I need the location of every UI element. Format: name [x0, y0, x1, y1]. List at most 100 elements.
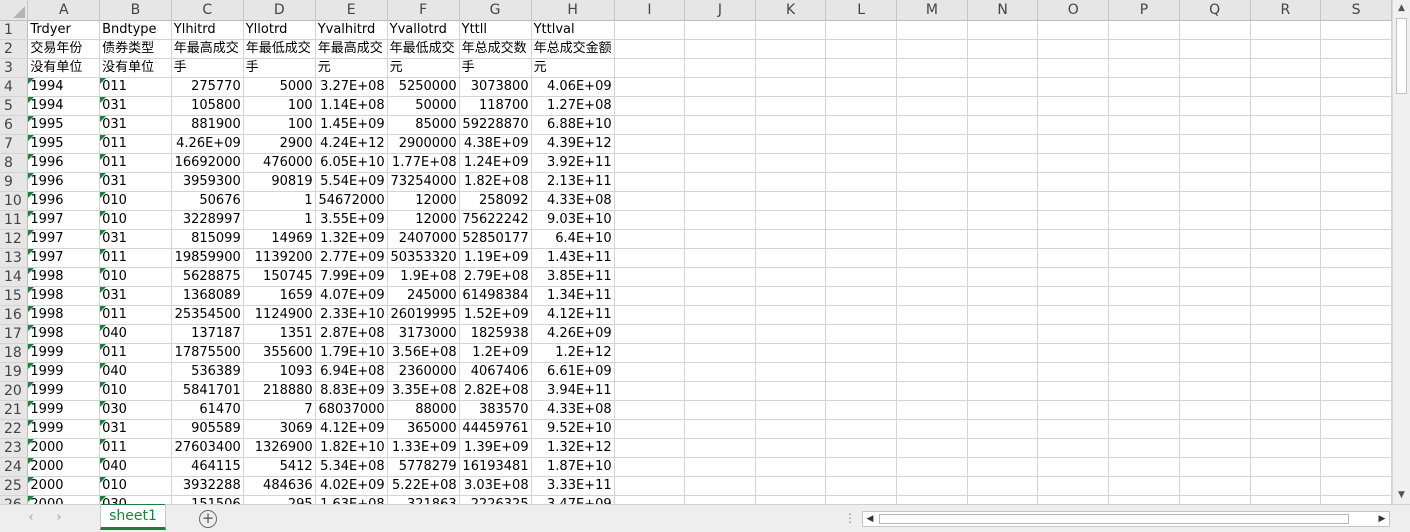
cell[interactable]: 1998 — [27, 286, 101, 306]
cell[interactable] — [967, 381, 1039, 401]
cell[interactable] — [755, 362, 827, 382]
cell[interactable] — [1320, 267, 1392, 287]
cell[interactable] — [755, 172, 827, 192]
cell[interactable] — [684, 267, 756, 287]
cell[interactable] — [896, 115, 968, 135]
cell[interactable] — [1320, 115, 1392, 135]
cell[interactable]: 1999 — [27, 419, 101, 439]
column-header-n[interactable]: N — [967, 0, 1039, 21]
cell[interactable] — [1108, 267, 1180, 287]
cell[interactable]: 年最高成交 — [315, 39, 388, 59]
cell[interactable] — [967, 134, 1039, 154]
cell[interactable] — [825, 400, 898, 420]
cell[interactable] — [684, 457, 756, 477]
cell[interactable] — [825, 229, 898, 249]
column-header-f[interactable]: F — [387, 0, 460, 21]
cell[interactable]: 2.82E+08 — [459, 381, 532, 401]
cell[interactable] — [1037, 191, 1110, 211]
cell[interactable] — [1108, 286, 1180, 306]
cell[interactable] — [1037, 343, 1110, 363]
cell[interactable] — [967, 172, 1039, 192]
cell[interactable]: 484636 — [243, 476, 316, 496]
cell[interactable]: 1.32E+12 — [531, 438, 615, 458]
cell[interactable] — [614, 343, 686, 363]
cell[interactable] — [1179, 58, 1251, 78]
cell[interactable]: 6.4E+10 — [531, 229, 615, 249]
cell[interactable] — [896, 438, 968, 458]
cell[interactable]: 1.27E+08 — [531, 96, 615, 116]
column-header-d[interactable]: D — [243, 0, 316, 21]
cell[interactable] — [825, 58, 898, 78]
cell[interactable] — [1037, 419, 1110, 439]
cell[interactable]: 5.34E+08 — [315, 457, 388, 477]
cell[interactable]: 1.19E+09 — [459, 248, 532, 268]
cell[interactable]: 5841701 — [171, 381, 244, 401]
cell[interactable] — [1108, 20, 1180, 40]
cell[interactable]: 4.07E+09 — [315, 286, 388, 306]
cell[interactable]: 1.79E+10 — [315, 343, 388, 363]
cell[interactable]: 1998 — [27, 324, 101, 344]
cell[interactable] — [1037, 324, 1110, 344]
cell[interactable] — [1320, 96, 1392, 116]
cell[interactable]: 交易年份 — [27, 39, 101, 59]
cell[interactable]: 031 — [99, 229, 172, 249]
cell[interactable]: 245000 — [387, 286, 460, 306]
cell[interactable] — [825, 343, 898, 363]
cell[interactable]: 4.26E+09 — [171, 134, 244, 154]
cell[interactable]: Trdyer — [27, 20, 101, 40]
cell[interactable]: 011 — [99, 153, 172, 173]
cell[interactable]: 1994 — [27, 96, 101, 116]
cell[interactable]: 75622242 — [459, 210, 532, 230]
cell[interactable] — [684, 362, 756, 382]
cell[interactable]: 010 — [99, 267, 172, 287]
cell[interactable]: 258092 — [459, 191, 532, 211]
cell[interactable]: 031 — [99, 96, 172, 116]
cell[interactable]: 元 — [315, 58, 388, 78]
cell[interactable]: 1.32E+09 — [315, 229, 388, 249]
column-header-j[interactable]: J — [684, 0, 756, 21]
cell[interactable]: 5.22E+08 — [387, 476, 460, 496]
cell[interactable]: 25354500 — [171, 305, 244, 325]
cell[interactable] — [1108, 457, 1180, 477]
cell[interactable]: 手 — [171, 58, 244, 78]
cell[interactable] — [614, 20, 686, 40]
cell[interactable]: 9.52E+10 — [531, 419, 615, 439]
row-header[interactable]: 10 — [0, 191, 29, 211]
cell[interactable]: 3.33E+11 — [531, 476, 615, 496]
cell[interactable]: 1995 — [27, 134, 101, 154]
cell[interactable]: 2000 — [27, 476, 101, 496]
cell[interactable] — [755, 20, 827, 40]
cell[interactable]: 040 — [99, 324, 172, 344]
cell[interactable] — [1320, 438, 1392, 458]
cell[interactable] — [755, 305, 827, 325]
cell[interactable]: 3073800 — [459, 77, 532, 97]
cell[interactable] — [1320, 457, 1392, 477]
cell[interactable] — [825, 495, 898, 504]
cell[interactable]: 59228870 — [459, 115, 532, 135]
cell[interactable]: 19859900 — [171, 248, 244, 268]
cell[interactable] — [1320, 172, 1392, 192]
cell[interactable]: 010 — [99, 476, 172, 496]
cell[interactable] — [1037, 172, 1110, 192]
row-header[interactable]: 15 — [0, 286, 29, 306]
cell[interactable] — [967, 153, 1039, 173]
cell[interactable] — [1179, 495, 1251, 504]
cell[interactable] — [755, 153, 827, 173]
cell[interactable]: 1139200 — [243, 248, 316, 268]
column-header-m[interactable]: M — [896, 0, 968, 21]
cell[interactable] — [1179, 286, 1251, 306]
cell[interactable] — [1179, 362, 1251, 382]
cell[interactable]: 275770 — [171, 77, 244, 97]
cell[interactable] — [684, 153, 756, 173]
cell[interactable]: 16692000 — [171, 153, 244, 173]
cell[interactable]: 3932288 — [171, 476, 244, 496]
cell[interactable] — [1250, 381, 1322, 401]
cell[interactable] — [967, 58, 1039, 78]
cell[interactable] — [1320, 476, 1392, 496]
cell[interactable] — [1037, 96, 1110, 116]
cell[interactable]: 011 — [99, 438, 172, 458]
cell[interactable] — [614, 362, 686, 382]
cell[interactable]: 1351 — [243, 324, 316, 344]
cell[interactable] — [1108, 400, 1180, 420]
cell[interactable]: 6.88E+10 — [531, 115, 615, 135]
